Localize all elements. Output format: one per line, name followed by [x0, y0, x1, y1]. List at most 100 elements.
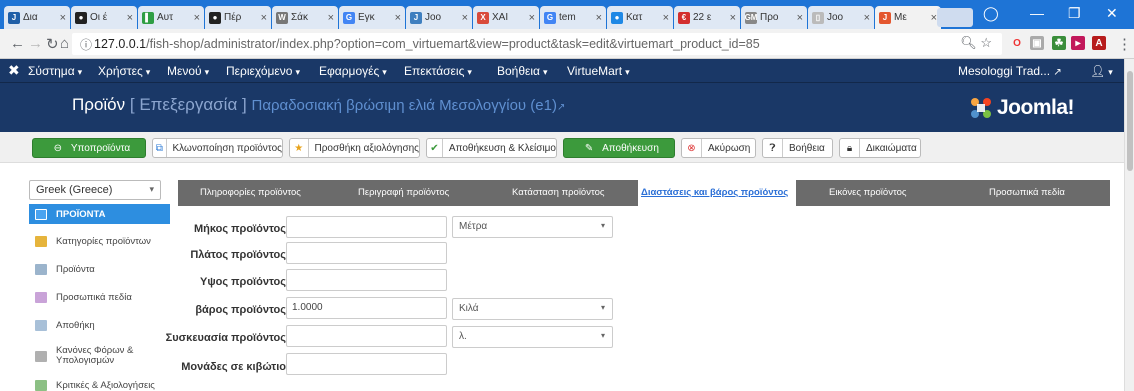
save-button[interactable]: ✎ Αποθήκευση: [563, 138, 675, 158]
close-tab-icon[interactable]: ×: [864, 12, 870, 24]
language-select[interactable]: Greek (Greece) ▾: [29, 180, 161, 200]
units-box-label: Μονάδες σε κιβώτιο: [181, 361, 286, 373]
calculator-icon: [35, 350, 47, 362]
opera-icon[interactable]: O: [1010, 36, 1024, 50]
close-tab-icon[interactable]: ×: [663, 12, 669, 24]
tab-title: Πέρ: [224, 12, 242, 23]
tab-favicon-icon: ▯: [812, 11, 824, 24]
tab-product-status[interactable]: Κατάσταση προϊόντος: [512, 187, 604, 198]
subproducts-button[interactable]: ⊖ Υποπροϊόντα: [32, 138, 146, 158]
width-field[interactable]: [286, 242, 447, 264]
forward-icon[interactable]: →: [28, 35, 43, 52]
sidebar-item-products-header[interactable]: ΠΡΟΪΟΝΤΑ: [29, 204, 170, 224]
close-tab-icon[interactable]: ×: [462, 12, 468, 24]
close-tab-icon[interactable]: ×: [596, 12, 602, 24]
browser-tab[interactable]: W Σάκ ×: [272, 6, 338, 29]
close-tab-icon[interactable]: ×: [529, 12, 535, 24]
weight-field[interactable]: 1.0000: [286, 297, 447, 319]
menu-menus[interactable]: Μενού ▾: [167, 64, 209, 78]
browser-tab[interactable]: J Joo ×: [406, 6, 472, 29]
question-icon: ❓︎: [763, 139, 783, 157]
tab-dimensions-weight[interactable]: Διαστάσεις και βάρος προϊόντος: [641, 187, 788, 198]
tab-product-info[interactable]: Πληροφορίες προϊόντος: [200, 187, 301, 198]
info-icon[interactable]: ⓘ: [80, 36, 92, 53]
browser-tab[interactable]: ● Κατ ×: [607, 6, 673, 29]
length-field[interactable]: [286, 216, 447, 238]
zoom-icon[interactable]: 🔍︎ ☆: [960, 35, 992, 51]
lock-icon: 🔒︎: [840, 139, 860, 157]
add-review-button[interactable]: ★ Προσθήκη αξιολόγησης: [289, 138, 420, 158]
extension-red-icon[interactable]: A: [1092, 36, 1106, 50]
extension-green-icon[interactable]: ☘: [1052, 36, 1066, 50]
close-tab-icon[interactable]: ×: [730, 12, 736, 24]
menu-users[interactable]: Χρήστες ▾: [98, 64, 150, 78]
site-name-link[interactable]: Mesologgi Trad... ↗: [958, 64, 1062, 78]
tab-custom-fields[interactable]: Προσωπικά πεδία: [989, 187, 1065, 198]
scrollbar-thumb[interactable]: [1127, 71, 1133, 171]
menu-help[interactable]: Βοήθεια ▾: [497, 64, 548, 78]
extension-icon[interactable]: ▣: [1030, 36, 1044, 50]
cancel-button[interactable]: ⊗ Ακύρωση: [681, 138, 756, 158]
close-tab-icon[interactable]: ×: [127, 12, 133, 24]
page-scrollbar[interactable]: [1124, 59, 1134, 391]
weight-unit-select[interactable]: Κιλά ▾: [452, 298, 613, 320]
browser-tab[interactable]: Gtem ×: [540, 6, 606, 29]
packaging-unit-select[interactable]: λ. ▾: [452, 326, 613, 348]
permissions-button[interactable]: 🔒︎ Δικαιώματα: [839, 138, 921, 158]
sidebar-item-custom-fields[interactable]: Προσωπικά πεδία: [29, 286, 170, 308]
tab-product-images[interactable]: Εικόνες προϊόντος: [829, 187, 906, 198]
url-input[interactable]: ⓘ 127.0.0.1/fish-shop/administrator/inde…: [72, 33, 1002, 55]
sidebar-item-tax-rules[interactable]: Κανόνες Φόρων & Υπολογισμών: [29, 343, 170, 369]
products-icon: [35, 208, 47, 220]
close-tab-icon[interactable]: ×: [395, 12, 401, 24]
external-link-icon[interactable]: ↗: [557, 102, 565, 113]
close-window-icon[interactable]: ✕: [1106, 5, 1118, 22]
sidebar-item-inventory[interactable]: Αποθήκη: [29, 314, 170, 336]
close-tab-icon[interactable]: ×: [261, 12, 267, 24]
browser-tab[interactable]: J Με ×: [875, 6, 941, 29]
browser-tab[interactable]: ▯ Joo ×: [808, 6, 874, 29]
browser-tab[interactable]: G Εγκ ×: [339, 6, 405, 29]
back-icon[interactable]: ←: [10, 35, 25, 52]
maximize-icon[interactable]: ❐: [1068, 5, 1081, 22]
new-tab-button[interactable]: [937, 8, 973, 27]
close-tab-icon[interactable]: ×: [194, 12, 200, 24]
browser-tab[interactable]: GM Προ ×: [741, 6, 807, 29]
length-unit-select[interactable]: Μέτρα ▾: [452, 216, 613, 238]
menu-extensions[interactable]: Επεκτάσεις ▾: [404, 64, 472, 78]
menu-virtuemart[interactable]: VirtueMart ▾: [567, 64, 630, 78]
browser-tab[interactable]: ▌ Αυτ ×: [138, 6, 204, 29]
minimize-icon[interactable]: —: [1030, 5, 1044, 21]
joomla-menu-logo-icon[interactable]: ✖: [8, 62, 20, 79]
menu-system[interactable]: Σύστημα ▾: [28, 64, 82, 78]
home-icon[interactable]: ⌂: [60, 35, 69, 52]
browser-tab[interactable]: €22 ε ×: [674, 6, 740, 29]
browser-tab[interactable]: X XAI ×: [473, 6, 539, 29]
browser-tab[interactable]: J Δια ×: [4, 6, 70, 29]
menu-icon[interactable]: ⋮: [1117, 35, 1132, 53]
menu-components[interactable]: Εφαρμογές ▾: [319, 64, 387, 78]
close-tab-icon[interactable]: ×: [328, 12, 334, 24]
clone-button[interactable]: ⧉ Κλωνοποίηση προϊόντος: [152, 138, 283, 158]
reload-icon[interactable]: ↻: [46, 35, 59, 53]
tab-product-description[interactable]: Περιγραφή προϊόντος: [358, 187, 449, 198]
tab-favicon-icon: J: [8, 11, 20, 24]
packaging-field[interactable]: [286, 325, 447, 347]
menu-content[interactable]: Περιεχόμενο ▾: [226, 64, 300, 78]
sidebar-item-categories[interactable]: Κατηγορίες προϊόντων: [29, 230, 170, 252]
tab-favicon-icon: ●: [75, 11, 87, 24]
extension-pink-icon[interactable]: ▸: [1071, 36, 1085, 50]
browser-tab[interactable]: ● Πέρ ×: [205, 6, 271, 29]
profile-icon[interactable]: ◯: [983, 5, 999, 22]
chevron-down-icon: ▾: [600, 331, 605, 340]
units-box-field[interactable]: [286, 353, 447, 375]
user-menu-icon[interactable]: 👤︎ ▾: [1090, 64, 1113, 78]
close-tab-icon[interactable]: ×: [797, 12, 803, 24]
height-field[interactable]: [286, 269, 447, 291]
save-close-button[interactable]: ✔ Αποθήκευση & Κλείσιμο: [426, 138, 557, 158]
sidebar-item-reviews[interactable]: Κριτικές & Αξιολογήσεις: [29, 374, 170, 391]
sidebar-item-products[interactable]: Προϊόντα: [29, 258, 170, 280]
close-tab-icon[interactable]: ×: [60, 12, 66, 24]
help-button[interactable]: ❓︎ Βοήθεια: [762, 138, 833, 158]
browser-tab[interactable]: ● Οι έ ×: [71, 6, 137, 29]
